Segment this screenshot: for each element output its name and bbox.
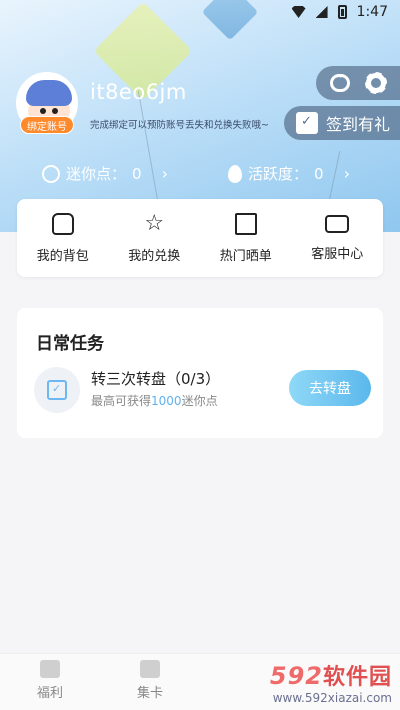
task-reward: 最高可获得1000迷你点: [91, 394, 218, 408]
status-bar: 1:47: [291, 4, 388, 20]
mini-points-label: 迷你点：: [66, 165, 127, 183]
activity-label: 活跃度：: [248, 165, 309, 183]
action-label: 热门晒单: [219, 248, 272, 264]
message-icon: [325, 214, 350, 233]
nav-label: 集卡: [136, 686, 163, 701]
username: it8eo6jm: [90, 80, 187, 104]
wifi-icon: [291, 6, 306, 18]
my-exchange-button[interactable]: ☆ 我的兑换: [114, 210, 194, 264]
nav-label: 福利: [36, 686, 63, 701]
signal-icon: [315, 6, 328, 18]
my-backpack-button[interactable]: 我的背包: [23, 212, 103, 264]
backpack-icon: [51, 212, 74, 235]
customer-service-button[interactable]: 客服中心: [297, 214, 377, 262]
calendar-check-icon: [47, 380, 67, 400]
go-wheel-button[interactable]: 去转盘: [289, 370, 371, 406]
gear-icon[interactable]: [365, 72, 387, 94]
mini-points-value: 0: [132, 164, 142, 183]
flame-icon: [228, 164, 242, 183]
bind-tip: 完成绑定可以预防账号丢失和兑换失败哦~: [90, 120, 269, 131]
mini-points-stat[interactable]: 迷你点： 0 ›: [42, 163, 168, 184]
chevron-right-icon: ›: [343, 164, 350, 183]
quick-actions-card: 我的背包 ☆ 我的兑换 热门晒单 客服中心: [17, 199, 383, 277]
daily-task-card: 日常任务 转三次转盘（0/3） 最高可获得1000迷你点 去转盘: [17, 308, 383, 438]
chevron-right-icon: ›: [161, 164, 168, 183]
action-label: 我的背包: [36, 248, 89, 264]
section-title: 日常任务: [36, 334, 104, 354]
header-icon-group: [316, 66, 400, 100]
card-box-icon: [140, 660, 160, 678]
signin-label: 签到有礼: [326, 115, 391, 134]
action-label: 客服中心: [311, 246, 364, 262]
nav-welfare[interactable]: 福利: [20, 660, 80, 701]
watermark: 592软件园 www.592xiazai.com: [269, 662, 392, 705]
bind-account-badge[interactable]: 绑定账号: [20, 116, 74, 134]
task-name: 转三次转盘（0/3）: [91, 370, 221, 388]
kite-decoration-small: [201, 0, 259, 41]
hot-showcase-button[interactable]: 热门晒单: [206, 212, 286, 264]
battery-icon: [337, 5, 347, 19]
activity-stat[interactable]: 活跃度： 0 ›: [228, 163, 350, 184]
store-icon: [40, 660, 60, 678]
diamond-icon: [42, 164, 60, 183]
chat-icon[interactable]: [330, 72, 350, 92]
activity-value: 0: [314, 164, 324, 183]
signin-button[interactable]: 签到有礼: [284, 106, 400, 140]
calendar-check-icon: [296, 112, 318, 134]
nav-cards[interactable]: 集卡: [120, 660, 180, 701]
task-icon: [34, 367, 80, 413]
status-time: 1:47: [356, 4, 388, 20]
box-icon: [234, 212, 257, 235]
action-label: 我的兑换: [128, 248, 181, 264]
star-icon: ☆: [144, 210, 165, 236]
